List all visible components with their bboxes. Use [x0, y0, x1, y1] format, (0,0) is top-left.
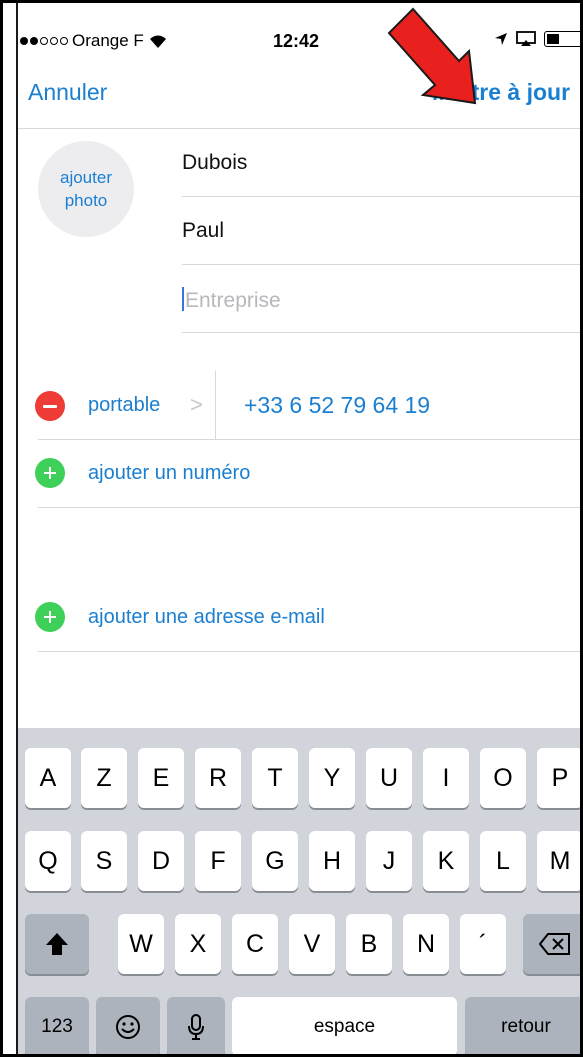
chevron-right-icon: > — [190, 392, 203, 417]
key-q[interactable]: Q — [25, 831, 71, 891]
key-s[interactable]: S — [81, 831, 127, 891]
return-key[interactable]: retour — [465, 997, 580, 1054]
key-e[interactable]: E — [138, 748, 184, 808]
key-b[interactable]: B — [346, 914, 392, 974]
annotation-arrow-icon — [387, 7, 477, 105]
divider — [38, 507, 580, 508]
key-d[interactable]: D — [138, 831, 184, 891]
delete-phone-button[interactable] — [35, 391, 65, 421]
screen-edge — [3, 3, 16, 1054]
phone-number-field[interactable]: +33 6 52 79 64 19 — [244, 392, 430, 419]
emoji-key[interactable] — [96, 997, 160, 1054]
add-phone-button[interactable] — [35, 458, 65, 488]
key-u[interactable]: U — [366, 748, 412, 808]
carrier-name: Orange F — [72, 31, 144, 50]
key-t[interactable]: T — [252, 748, 298, 808]
add-photo-label-line2: photo — [64, 191, 108, 210]
status-bar: Orange F 12:42 — [18, 27, 580, 61]
key-o[interactable]: O — [480, 748, 526, 808]
key-accent[interactable]: ´ — [460, 914, 506, 974]
shift-key[interactable] — [25, 914, 89, 974]
phone-label-selector[interactable]: portable — [88, 394, 160, 417]
add-phone-label[interactable]: ajouter un numéro — [88, 462, 250, 485]
cancel-button[interactable]: Annuler — [28, 79, 107, 106]
wifi-icon — [149, 35, 166, 48]
backspace-key[interactable] — [523, 914, 580, 974]
shift-arrow-icon — [46, 933, 68, 955]
key-g[interactable]: G — [252, 831, 298, 891]
location-arrow-icon — [495, 33, 507, 45]
signal-strength-icon — [20, 37, 68, 45]
company-placeholder: Entreprise — [185, 289, 281, 312]
key-k[interactable]: K — [423, 831, 469, 891]
key-a[interactable]: A — [25, 748, 71, 808]
last-name-field[interactable]: Dubois — [182, 129, 580, 197]
status-time: 12:42 — [273, 31, 320, 51]
key-h[interactable]: H — [309, 831, 355, 891]
key-n[interactable]: N — [403, 914, 449, 974]
nav-bar: Annuler Mettre à jour — [18, 63, 580, 129]
status-right-icons — [494, 31, 580, 47]
battery-icon — [544, 31, 580, 47]
space-key[interactable]: espace — [232, 997, 457, 1054]
key-r[interactable]: R — [195, 748, 241, 808]
key-i[interactable]: I — [423, 748, 469, 808]
divider — [38, 651, 580, 652]
key-v[interactable]: V — [289, 914, 335, 974]
key-w[interactable]: W — [118, 914, 164, 974]
screen-mirror-icon — [516, 31, 536, 46]
key-l[interactable]: L — [480, 831, 526, 891]
emoji-icon — [116, 1015, 140, 1039]
add-email-button[interactable] — [35, 602, 65, 632]
key-p[interactable]: P — [537, 748, 580, 808]
numbers-key[interactable]: 123 — [25, 997, 89, 1054]
text-cursor — [182, 287, 184, 311]
divider — [38, 439, 580, 440]
backspace-icon — [539, 933, 570, 955]
key-f[interactable]: F — [195, 831, 241, 891]
key-m[interactable]: M — [537, 831, 580, 891]
microphone-icon — [188, 1014, 204, 1040]
company-field[interactable]: Entreprise — [182, 265, 580, 333]
screen: Orange F 12:42 Annuler Mettre à jour ajo… — [16, 3, 580, 1054]
key-j[interactable]: J — [366, 831, 412, 891]
keyboard: A Z E R T Y U I O P Q S D F G H J K L M — [18, 728, 580, 1054]
key-z[interactable]: Z — [81, 748, 127, 808]
add-email-label[interactable]: ajouter une adresse e-mail — [88, 606, 325, 629]
microphone-key[interactable] — [167, 997, 225, 1054]
carrier-info: Orange F — [20, 31, 168, 51]
first-name-field[interactable]: Paul — [182, 197, 580, 265]
phone-row-divider — [215, 371, 216, 439]
add-photo-label-line1: ajouter — [60, 168, 112, 187]
add-photo-button[interactable]: ajouter photo — [38, 141, 134, 237]
key-x[interactable]: X — [175, 914, 221, 974]
plus-icon — [44, 467, 56, 479]
key-c[interactable]: C — [232, 914, 278, 974]
minus-icon — [43, 404, 57, 408]
plus-icon — [44, 611, 56, 623]
key-y[interactable]: Y — [309, 748, 355, 808]
phone-frame: Orange F 12:42 Annuler Mettre à jour ajo… — [0, 0, 583, 1057]
